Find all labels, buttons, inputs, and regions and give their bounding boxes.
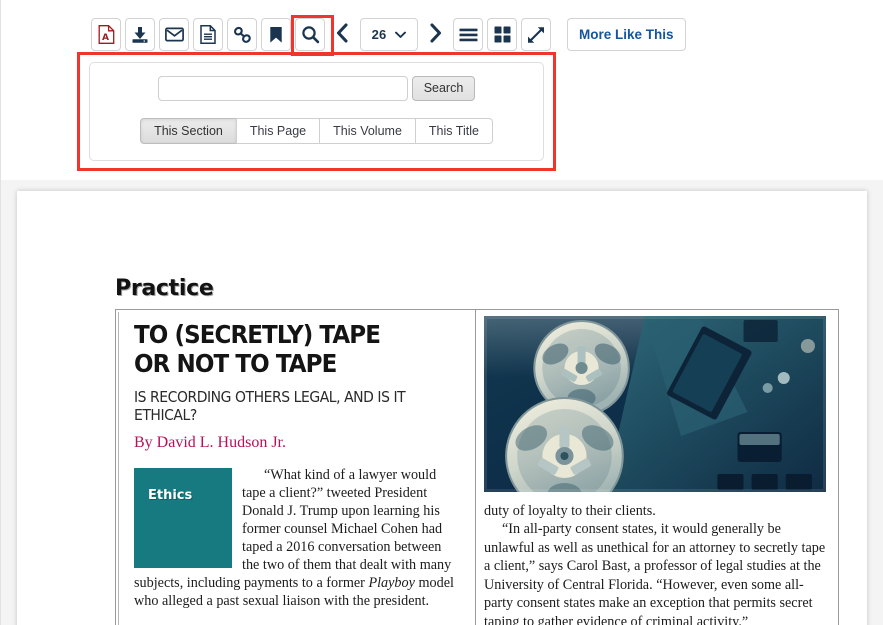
search-scope-row: This Section This Page This Volume This … bbox=[90, 101, 543, 144]
section-kicker: Practice bbox=[115, 276, 214, 301]
article-right-column: duty of loyalty to their clients. “In al… bbox=[476, 310, 838, 625]
chevron-left-icon bbox=[335, 23, 349, 46]
headline-line-1: TO (SECRETLY) TAPE bbox=[134, 320, 381, 349]
ethics-label: Ethics bbox=[148, 487, 193, 503]
expand-arrows-icon bbox=[527, 26, 545, 44]
ethics-category-box: Ethics bbox=[134, 467, 232, 568]
chevron-down-icon bbox=[395, 26, 407, 44]
search-input[interactable] bbox=[157, 76, 408, 101]
bookmark-icon bbox=[269, 26, 283, 44]
page-number-value: 26 bbox=[371, 27, 387, 42]
email-button[interactable] bbox=[159, 18, 189, 51]
download-button[interactable] bbox=[125, 18, 155, 51]
reel-to-reel-tape-recorder-photo bbox=[484, 316, 826, 492]
link-icon bbox=[233, 26, 252, 44]
list-view-button[interactable] bbox=[453, 18, 483, 51]
page-number-select[interactable]: 26 bbox=[360, 18, 418, 51]
next-page-button[interactable] bbox=[423, 18, 449, 51]
search-submit-button[interactable]: Search bbox=[411, 76, 476, 101]
left-paragraph-italic: Playboy bbox=[368, 574, 415, 591]
page-content: Practice TO (SECRETLY) TAPE OR NOT TO TA… bbox=[115, 276, 839, 625]
fullscreen-button[interactable] bbox=[521, 18, 551, 51]
email-icon bbox=[164, 27, 184, 42]
chevron-right-icon bbox=[429, 23, 443, 46]
bookmark-button[interactable] bbox=[261, 18, 291, 51]
scope-this-title-button[interactable]: This Title bbox=[414, 118, 493, 144]
article-left-column: TO (SECRETLY) TAPE OR NOT TO TAPE IS REC… bbox=[116, 310, 476, 625]
search-input-row: Search bbox=[90, 76, 543, 101]
pdf-button[interactable]: A bbox=[91, 18, 121, 51]
grid-icon bbox=[494, 26, 511, 43]
article-subhead: IS RECORDING OTHERS LEGAL, AND IS IT ETH… bbox=[134, 387, 406, 425]
link-button[interactable] bbox=[227, 18, 257, 51]
scope-this-page-button[interactable]: This Page bbox=[235, 118, 321, 144]
pdf-icon: A bbox=[98, 25, 115, 44]
more-like-this-button[interactable]: More Like This bbox=[567, 18, 686, 51]
svg-text:A: A bbox=[102, 33, 109, 43]
grid-view-button[interactable] bbox=[487, 18, 517, 51]
headline-line-2: OR NOT TO TAPE bbox=[134, 349, 337, 379]
document-icon bbox=[200, 25, 216, 44]
scope-this-volume-button[interactable]: This Volume bbox=[319, 118, 416, 144]
article-byline: By David L. Hudson Jr. bbox=[134, 433, 286, 451]
scope-this-section-button[interactable]: This Section bbox=[140, 118, 237, 144]
right-paragraph-1: duty of loyalty to their clients. bbox=[484, 503, 656, 519]
right-column-text: duty of loyalty to their clients. “In al… bbox=[484, 502, 826, 625]
hamburger-icon bbox=[459, 28, 478, 42]
search-scope-group: This Section This Page This Volume This … bbox=[140, 118, 493, 144]
right-paragraph-2: “In all-party consent states, it would g… bbox=[484, 521, 826, 625]
article-frame: TO (SECRETLY) TAPE OR NOT TO TAPE IS REC… bbox=[115, 309, 839, 625]
viewer-toolbar: A 26 More Like This bbox=[91, 18, 686, 51]
article-headline: TO (SECRETLY) TAPE OR NOT TO TAPE bbox=[134, 320, 435, 379]
search-icon bbox=[301, 25, 320, 44]
search-button[interactable] bbox=[295, 18, 325, 51]
document-button[interactable] bbox=[193, 18, 223, 51]
prev-page-button[interactable] bbox=[329, 18, 355, 51]
document-scroll-area[interactable]: Practice TO (SECRETLY) TAPE OR NOT TO TA… bbox=[1, 180, 883, 625]
search-panel: Search This Section This Page This Volum… bbox=[89, 62, 544, 161]
download-icon bbox=[131, 26, 149, 44]
article-body-left: Ethics “What kind of a lawyer would tape… bbox=[134, 466, 461, 610]
document-page: Practice TO (SECRETLY) TAPE OR NOT TO TA… bbox=[17, 191, 867, 625]
document-viewer-app: A 26 More Like This Search This Section … bbox=[0, 0, 883, 625]
